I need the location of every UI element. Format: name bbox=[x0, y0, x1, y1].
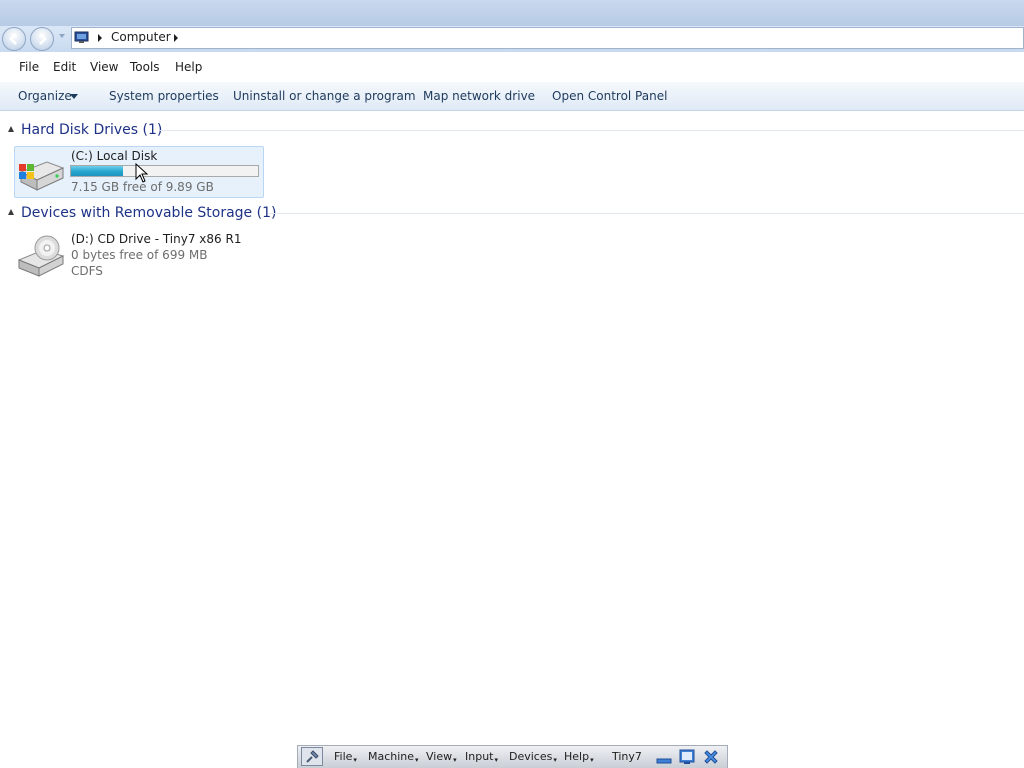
vm-menu-file-label: File bbox=[334, 750, 353, 763]
dropdown-icon: ▾ bbox=[494, 756, 498, 764]
vm-menu-devices-label: Devices bbox=[509, 750, 553, 763]
mouse-pointer-icon bbox=[135, 163, 149, 183]
dropdown-icon: ▾ bbox=[553, 756, 557, 764]
group-divider bbox=[268, 213, 1024, 214]
disk-usage-fill bbox=[71, 166, 123, 176]
pin-toolbar-button[interactable] bbox=[301, 747, 323, 766]
vm-menu-help-label: Help bbox=[564, 750, 590, 763]
address-bar[interactable] bbox=[71, 27, 1024, 49]
uninstall-program-button[interactable]: Uninstall or change a program bbox=[233, 89, 416, 103]
pin-icon bbox=[306, 750, 319, 763]
forward-arrow-icon bbox=[39, 33, 47, 45]
disk-usage-bar bbox=[70, 165, 259, 177]
vm-menu-devices[interactable]: Devices▾ bbox=[509, 750, 557, 764]
group-divider bbox=[160, 130, 1024, 131]
cd-drive-icon[interactable] bbox=[17, 234, 65, 278]
dropdown-icon: ▾ bbox=[453, 756, 457, 764]
system-properties-button[interactable]: System properties bbox=[109, 89, 219, 103]
vm-menu-machine[interactable]: Machine▾ bbox=[368, 750, 419, 764]
dropdown-icon: ▾ bbox=[353, 756, 357, 764]
forward-button[interactable] bbox=[30, 27, 54, 51]
breadcrumb-computer[interactable]: Computer bbox=[111, 30, 171, 44]
recent-pages-dropdown[interactable] bbox=[59, 34, 65, 38]
vm-menu-input[interactable]: Input▾ bbox=[465, 750, 498, 764]
vm-name: Tiny7 bbox=[612, 750, 642, 763]
open-control-panel-button[interactable]: Open Control Panel bbox=[552, 89, 667, 103]
group-title-hard-disk-drives[interactable]: Hard Disk Drives (1) bbox=[21, 122, 162, 138]
back-button[interactable] bbox=[2, 27, 26, 51]
vm-menu-help[interactable]: Help▾ bbox=[564, 750, 594, 764]
vm-menu-file[interactable]: File▾ bbox=[334, 750, 357, 764]
hard-disk-windows-icon bbox=[19, 161, 65, 191]
vm-menu-machine-label: Machine bbox=[368, 750, 415, 763]
window-title-bar bbox=[0, 0, 1024, 26]
back-arrow-icon bbox=[9, 33, 17, 45]
breadcrumb-separator-icon[interactable] bbox=[174, 34, 178, 42]
menu-view[interactable]: View bbox=[90, 60, 118, 74]
dropdown-icon: ▾ bbox=[590, 756, 594, 764]
drive-free-space-d: 0 bytes free of 699 MB bbox=[71, 248, 208, 262]
group-title-removable-storage[interactable]: Devices with Removable Storage (1) bbox=[21, 205, 276, 221]
organize-button[interactable]: Organize bbox=[18, 89, 72, 103]
collapse-group-icon[interactable] bbox=[8, 209, 14, 215]
vm-menu-view[interactable]: View▾ bbox=[426, 750, 457, 764]
dropdown-icon: ▾ bbox=[415, 756, 419, 764]
menu-help[interactable]: Help bbox=[175, 60, 202, 74]
drive-name-d[interactable]: (D:) CD Drive - Tiny7 x86 R1 bbox=[71, 232, 241, 246]
vm-menu-view-label: View bbox=[426, 750, 453, 763]
exit-fullscreen-icon[interactable] bbox=[679, 749, 695, 765]
close-icon[interactable] bbox=[703, 749, 719, 765]
drive-filesystem-d: CDFS bbox=[71, 264, 103, 278]
organize-dropdown-icon[interactable] bbox=[70, 94, 78, 99]
computer-icon bbox=[74, 31, 89, 43]
drive-name-c: (C:) Local Disk bbox=[71, 149, 158, 163]
map-network-drive-button[interactable]: Map network drive bbox=[423, 89, 535, 103]
menu-edit[interactable]: Edit bbox=[53, 60, 76, 74]
menu-tools[interactable]: Tools bbox=[130, 60, 160, 74]
vm-menu-input-label: Input bbox=[465, 750, 494, 763]
collapse-group-icon[interactable] bbox=[8, 126, 14, 132]
menu-file[interactable]: File bbox=[19, 60, 39, 74]
minimize-icon[interactable] bbox=[656, 749, 672, 765]
breadcrumb-separator-icon[interactable] bbox=[98, 34, 102, 42]
